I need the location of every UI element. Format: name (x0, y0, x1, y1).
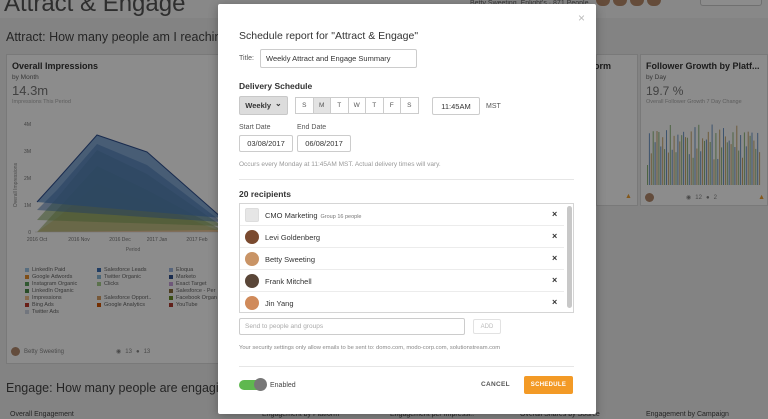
delivery-time-input[interactable]: 11:45AM (432, 97, 480, 115)
end-date-label: End Date (297, 124, 327, 131)
end-date-input[interactable]: 06/08/2017 (297, 135, 351, 152)
frequency-value: Weekly (245, 101, 271, 110)
remove-recipient-icon[interactable]: × (552, 275, 557, 285)
schedule-button[interactable]: SCHEDULE (524, 376, 573, 394)
recipient-row[interactable]: Levi Goldenberg × (240, 226, 564, 248)
recipient-row[interactable]: Jin Yang × (240, 292, 564, 312)
recipients-list[interactable]: CMO Marketing Group 16 people × Levi Golden… (239, 203, 574, 313)
add-recipient-button[interactable]: ADD (473, 319, 501, 334)
security-note: Your security settings only allow emails… (239, 345, 501, 351)
delivery-schedule-heading: Delivery Schedule (239, 81, 313, 91)
remove-recipient-icon[interactable]: × (552, 253, 557, 263)
start-date-input[interactable]: 03/08/2017 (239, 135, 293, 152)
frequency-dropdown[interactable]: Weekly ⌄ (239, 96, 288, 115)
recipient-name-text: Frank Mitchell (265, 277, 312, 286)
title-label: Title: (239, 55, 254, 62)
weekday-button[interactable]: W (347, 97, 366, 114)
remove-recipient-icon[interactable]: × (552, 231, 557, 241)
cancel-button[interactable]: CANCEL (481, 381, 510, 388)
recipient-name-text: Levi Goldenberg (265, 233, 321, 242)
schedule-report-modal: × Schedule report for "Attract & Engage"… (218, 4, 596, 414)
divider (239, 179, 574, 180)
recipient-subtitle: Group 16 people (320, 214, 362, 220)
recipient-name-text: Betty Sweeting (265, 255, 316, 264)
enabled-toggle[interactable] (239, 378, 267, 391)
timezone-label: MST (486, 103, 501, 110)
avatar (245, 230, 259, 244)
modal-title: Schedule report for "Attract & Engage" (239, 30, 419, 42)
recipients-scrollbar[interactable] (567, 206, 572, 308)
send-to-input[interactable]: Send to people and groups (239, 318, 465, 335)
start-date-label: Start Date (239, 124, 271, 131)
enabled-label: Enabled (270, 382, 296, 389)
divider (239, 366, 574, 367)
recipients-heading: 20 recipients (239, 189, 291, 199)
recipient-row[interactable]: Frank Mitchell × (240, 270, 564, 292)
weekday-selector: SMTWTFS (295, 97, 419, 114)
remove-recipient-icon[interactable]: × (552, 209, 557, 219)
group-icon (245, 208, 259, 222)
weekday-button[interactable]: M (312, 97, 331, 114)
weekday-button[interactable]: T (365, 97, 384, 114)
recipient-row[interactable]: Betty Sweeting × (240, 248, 564, 270)
schedule-summary-note: Occurs every Monday at 11:45AM MST. Actu… (239, 161, 441, 168)
recipient-name-text: Jin Yang (265, 299, 294, 308)
avatar (245, 296, 259, 310)
weekday-button[interactable]: T (330, 97, 349, 114)
avatar (245, 274, 259, 288)
chevron-down-icon: ⌄ (275, 99, 282, 108)
recipient-name: CMO Marketing Group 16 people (265, 211, 362, 220)
recipient-name: Jin Yang (265, 299, 294, 308)
recipient-name: Frank Mitchell (265, 277, 312, 286)
recipient-row[interactable]: CMO Marketing Group 16 people × (240, 204, 564, 226)
weekday-button[interactable]: F (382, 97, 401, 114)
weekday-button[interactable]: S (400, 97, 419, 114)
close-icon[interactable]: × (578, 11, 585, 25)
avatar (245, 252, 259, 266)
remove-recipient-icon[interactable]: × (552, 297, 557, 307)
weekday-button[interactable]: S (295, 97, 314, 114)
recipient-name: Betty Sweeting (265, 255, 315, 264)
recipient-name-text: CMO Marketing (265, 211, 318, 220)
recipient-name: Levi Goldenberg (265, 233, 320, 242)
report-title-input[interactable]: Weekly Attract and Engage Summary (260, 49, 417, 68)
